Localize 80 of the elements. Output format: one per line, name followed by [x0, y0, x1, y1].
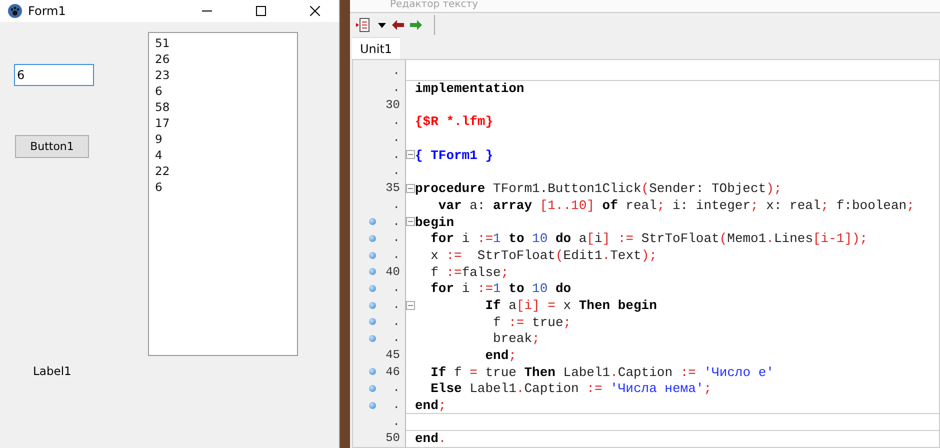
- memo-line: 6: [155, 179, 164, 195]
- memo-line: 9: [155, 131, 164, 147]
- memo-line: 4: [155, 147, 164, 163]
- line-number: .: [392, 214, 400, 229]
- code-line: for i :=1 to 10 do: [430, 281, 572, 296]
- line-number: 50: [386, 431, 400, 446]
- code-line: f :=false;: [430, 264, 509, 280]
- line-number: 40: [386, 264, 400, 279]
- marker-dot-icon[interactable]: [369, 218, 376, 226]
- caret-icon[interactable]: [378, 22, 386, 28]
- code-line: for i :=1 to 10 do a[i] := StrToFloat(Memo1.Lines[i-1]);: [430, 231, 868, 246]
- code-line: If a[i] = x Then begin: [484, 298, 657, 313]
- marker-dot-icon[interactable]: [369, 318, 376, 326]
- line-number: .: [392, 414, 400, 429]
- line-number: 30: [386, 98, 400, 112]
- maximize-icon: [256, 6, 266, 16]
- memo-line: 51: [155, 35, 171, 51]
- line-number: 46: [386, 364, 400, 379]
- line-number: .: [392, 314, 400, 329]
- code-line: end;: [484, 348, 516, 364]
- memo-line: 58: [155, 99, 171, 115]
- memo-line: 23: [155, 67, 171, 83]
- window-title: Form1: [28, 4, 67, 18]
- line-number: .: [392, 398, 400, 412]
- fold-toggle-icon[interactable]: [406, 184, 415, 193]
- document-icon[interactable]: [356, 17, 372, 33]
- marker-dot-icon[interactable]: [369, 234, 376, 242]
- marker-dot-icon[interactable]: [369, 368, 376, 376]
- code-line: f := true;: [492, 314, 572, 330]
- line-number: .: [392, 381, 400, 396]
- fold-toggle-icon[interactable]: [406, 300, 415, 310]
- line-number: .: [392, 148, 400, 162]
- code-line: Else Label1.Caption := 'Числа нема';: [430, 381, 712, 396]
- back-arrow-icon[interactable]: [392, 20, 404, 30]
- memo-line: 17: [155, 115, 171, 131]
- line-number: .: [392, 331, 400, 346]
- code-line: end;: [415, 398, 446, 414]
- forward-arrow-icon[interactable]: [410, 20, 422, 30]
- fold-toggle-icon[interactable]: [406, 217, 415, 226]
- line-number: .: [392, 298, 400, 312]
- close-icon: [310, 6, 320, 16]
- button1-button[interactable]: Button1: [15, 135, 89, 158]
- editor-tab[interactable]: Unit1: [352, 37, 400, 59]
- code-line: If f = true Then Label1.Caption := 'Число е': [430, 364, 774, 380]
- code-line: x := StrToFloat(Edit1.Text);: [430, 248, 657, 263]
- line-number: .: [392, 81, 400, 96]
- marker-dot-icon[interactable]: [369, 335, 376, 342]
- marker-dot-icon[interactable]: [369, 268, 376, 276]
- code-line: end.: [415, 431, 446, 446]
- window-title: Редактор тексту: [350, 0, 940, 13]
- memo-line: 6: [155, 83, 164, 99]
- fold-toggle-icon[interactable]: [406, 150, 415, 160]
- code-line: break;: [492, 331, 540, 346]
- code-line: { TForm1 }: [415, 148, 494, 163]
- line-number: .: [392, 131, 400, 146]
- line-number: .: [392, 198, 400, 212]
- marker-dot-icon[interactable]: [369, 284, 376, 292]
- code-line: implementation: [415, 81, 524, 96]
- marker-dot-icon[interactable]: [369, 402, 376, 409]
- marker-dot-icon[interactable]: [369, 302, 376, 309]
- label-text: Label1: [33, 364, 72, 378]
- code-line: begin: [415, 214, 454, 230]
- marker-dot-icon[interactable]: [369, 252, 376, 259]
- code-line: var a: array [1..10] of real; i: integer; x: real; f:boolean;: [437, 198, 914, 213]
- code-line: procedure TForm1.Button1Click(Sender: TObject);: [415, 181, 782, 196]
- line-number: .: [392, 64, 400, 78]
- line-number: .: [392, 281, 400, 296]
- memo-line: 26: [155, 51, 171, 67]
- memo-line: 22: [155, 163, 171, 179]
- line-number: .: [392, 164, 400, 178]
- line-number: .: [392, 231, 400, 246]
- line-number: .: [392, 248, 400, 262]
- paw-icon: [8, 4, 22, 18]
- marker-dot-icon[interactable]: [369, 385, 376, 392]
- memo-field[interactable]: 51 26 23 6 58 17 9 4 22 6: [148, 32, 298, 356]
- line-number: 35: [386, 181, 400, 196]
- line-number: .: [392, 114, 400, 128]
- line-number: 45: [386, 348, 400, 362]
- input-field[interactable]: 6: [14, 64, 94, 86]
- code-line: {$R *.lfm}: [415, 114, 494, 130]
